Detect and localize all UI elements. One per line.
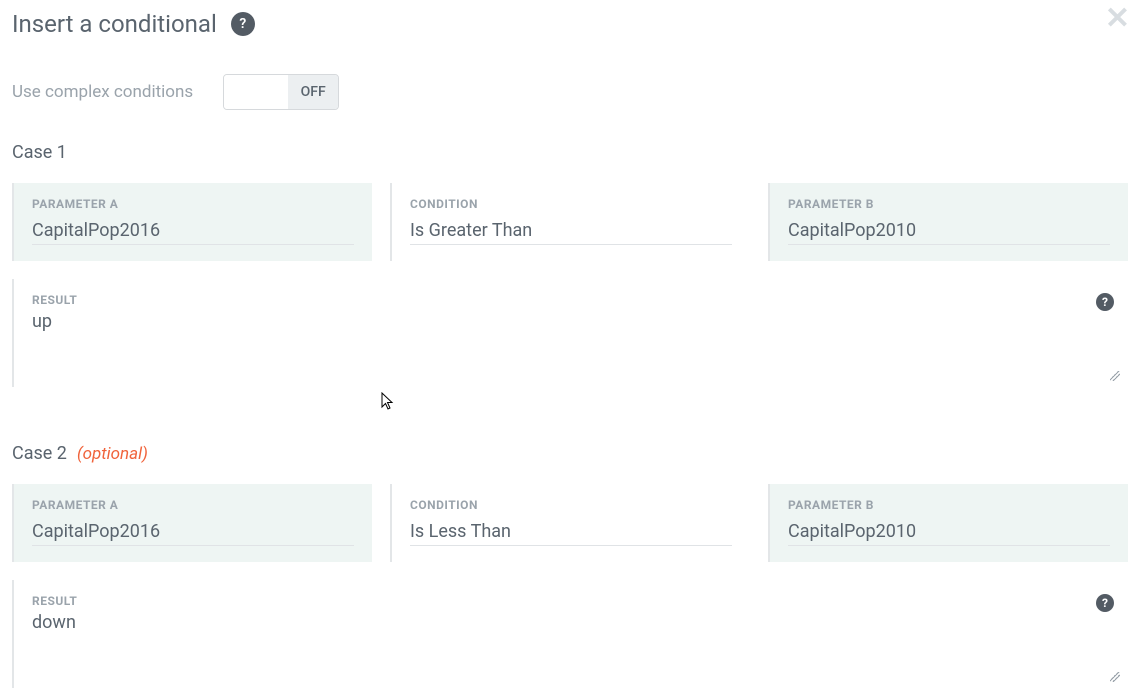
condition-label: CONDITION	[410, 197, 732, 211]
param-b-label: PARAMETER B	[788, 498, 1110, 512]
condition-label: CONDITION	[410, 498, 732, 512]
case-1-result-card: ? RESULT up	[12, 279, 1128, 387]
dialog-title: Insert a conditional	[12, 10, 217, 38]
case-2-heading: Case 2 (optional)	[12, 443, 1128, 464]
case-2-result-card: ? RESULT down	[12, 580, 1128, 688]
close-icon[interactable]: ✕	[1105, 4, 1130, 34]
optional-label: (optional)	[77, 444, 148, 464]
complex-conditions-label: Use complex conditions	[12, 82, 193, 102]
case-2-param-a-input[interactable]	[32, 521, 354, 546]
help-icon[interactable]: ?	[231, 12, 255, 36]
param-a-label: PARAMETER A	[32, 498, 354, 512]
help-icon[interactable]: ?	[1096, 594, 1114, 612]
case-2-condition-row: PARAMETER A CONDITION Is Less Than PARAM…	[12, 484, 1128, 562]
case-1-heading: Case 1	[12, 142, 1128, 163]
case-2-param-b-card[interactable]: PARAMETER B	[768, 484, 1128, 562]
resize-grip-icon	[1110, 371, 1120, 381]
case-1-param-a-card[interactable]: PARAMETER A	[12, 183, 372, 261]
case-1-param-b-input[interactable]	[788, 220, 1110, 245]
case-1-param-a-input[interactable]	[32, 220, 354, 245]
case-1-condition-row: PARAMETER A CONDITION Is Greater Than PA…	[12, 183, 1128, 261]
dialog-header: Insert a conditional ?	[12, 10, 1128, 38]
case-1-condition-card[interactable]: CONDITION Is Greater Than	[390, 183, 750, 261]
resize-grip-icon	[1110, 672, 1120, 682]
case-1-condition-select[interactable]: Is Greater Than	[410, 220, 732, 245]
complex-conditions-toggle[interactable]: OFF	[223, 74, 339, 110]
case-2-param-a-card[interactable]: PARAMETER A	[12, 484, 372, 562]
case-2-condition-select[interactable]: Is Less Than	[410, 521, 732, 546]
case-1-result-input[interactable]: up	[32, 311, 1110, 359]
toggle-off-label: OFF	[288, 75, 338, 109]
result-label: RESULT	[32, 594, 1110, 608]
case-2-result-input[interactable]: down	[32, 612, 1110, 660]
param-b-label: PARAMETER B	[788, 197, 1110, 211]
complex-conditions-row: Use complex conditions OFF	[12, 74, 1128, 110]
help-icon[interactable]: ?	[1096, 293, 1114, 311]
result-label: RESULT	[32, 293, 1110, 307]
mouse-cursor-icon	[381, 392, 395, 412]
case-1-param-b-card[interactable]: PARAMETER B	[768, 183, 1128, 261]
case-2-param-b-input[interactable]	[788, 521, 1110, 546]
param-a-label: PARAMETER A	[32, 197, 354, 211]
case-2-condition-card[interactable]: CONDITION Is Less Than	[390, 484, 750, 562]
